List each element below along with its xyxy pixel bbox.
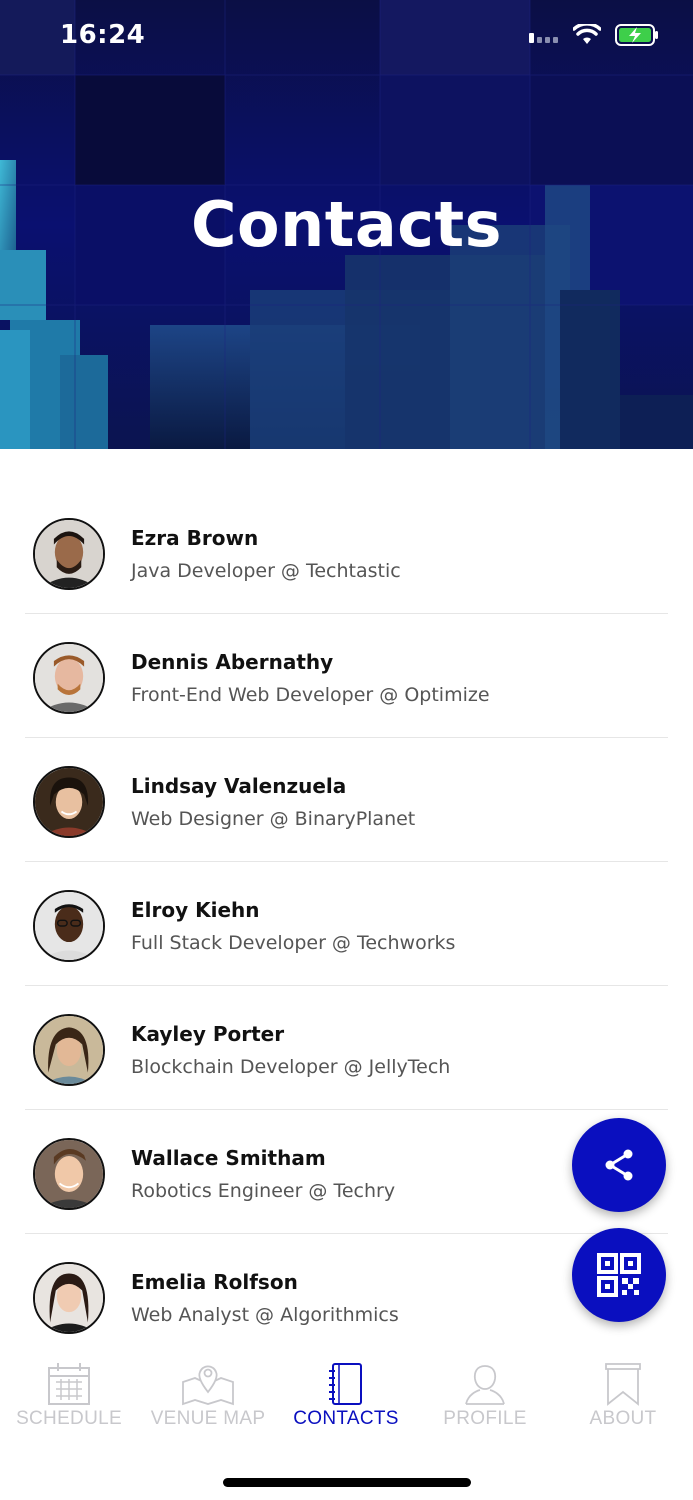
contact-name: Elroy Kiehn: [131, 898, 260, 922]
contact-name: Kayley Porter: [131, 1022, 285, 1046]
contact-role: Full Stack Developer @ Techworks: [131, 932, 456, 954]
wifi-icon: [572, 22, 602, 50]
contact-role: Web Analyst @ Algorithmics: [131, 1304, 399, 1326]
avatar: [33, 890, 105, 962]
contact-role: Java Developer @ Techtastic: [131, 560, 401, 582]
share-button[interactable]: [572, 1118, 666, 1212]
contact-row[interactable]: Elroy Kiehn Full Stack Developer @ Techw…: [25, 862, 668, 986]
page-title: Contacts: [190, 188, 502, 261]
tab-label: SCHEDULE: [16, 1408, 122, 1429]
avatar: [33, 518, 105, 590]
contact-row[interactable]: Emelia Rolfson Web Analyst @ Algorithmic…: [25, 1234, 668, 1358]
map-icon: [182, 1365, 234, 1406]
avatar: [33, 766, 105, 838]
tab-venue-map[interactable]: VENUE MAP: [139, 1362, 277, 1430]
tab-label: VENUE MAP: [150, 1408, 266, 1429]
header-banner: 16:24 Contacts: [0, 0, 693, 449]
contact-role: Robotics Engineer @ Techry: [131, 1180, 396, 1202]
contact-row[interactable]: Lindsay Valenzuela Web Designer @ Binary…: [25, 738, 668, 862]
status-bar: 16:24: [0, 0, 693, 76]
avatar: [33, 642, 105, 714]
qr-code-icon: [597, 1253, 641, 1297]
tab-schedule[interactable]: SCHEDULE: [0, 1362, 138, 1430]
tab-about[interactable]: ABOUT: [554, 1362, 692, 1430]
status-time: 16:24: [60, 20, 146, 50]
contact-role: Front-End Web Developer @ Optimize: [131, 684, 490, 706]
contact-role: Blockchain Developer @ JellyTech: [131, 1056, 451, 1078]
calendar-icon: [48, 1363, 90, 1405]
contact-name: Ezra Brown: [131, 526, 259, 550]
status-icons: [529, 22, 659, 50]
contact-name: Emelia Rolfson: [131, 1270, 298, 1294]
contact-name: Wallace Smitham: [131, 1146, 326, 1170]
avatar: [33, 1138, 105, 1210]
contact-role: Web Designer @ BinaryPlanet: [131, 808, 416, 830]
notebook-icon: [329, 1363, 362, 1405]
person-icon: [465, 1365, 505, 1405]
tab-label: PROFILE: [443, 1408, 527, 1429]
contact-name: Dennis Abernathy: [131, 650, 334, 674]
contact-row[interactable]: Ezra Brown Java Developer @ Techtastic: [25, 490, 668, 614]
bookmark-icon: [605, 1363, 641, 1406]
tab-contacts[interactable]: CONTACTS: [277, 1362, 415, 1430]
qr-code-button[interactable]: [572, 1228, 666, 1322]
battery-charging-icon: [615, 24, 659, 50]
tab-label: CONTACTS: [293, 1408, 399, 1429]
contact-row[interactable]: Dennis Abernathy Front-End Web Developer…: [25, 614, 668, 738]
avatar: [33, 1014, 105, 1086]
contact-row[interactable]: Kayley Porter Blockchain Developer @ Jel…: [25, 986, 668, 1110]
contact-list: Ezra Brown Java Developer @ Techtastic D…: [25, 490, 668, 1358]
share-icon: [605, 1149, 633, 1181]
signal-icon: [529, 28, 559, 47]
contact-name: Lindsay Valenzuela: [131, 774, 347, 798]
home-indicator[interactable]: [223, 1478, 471, 1487]
tab-label: ABOUT: [589, 1408, 657, 1429]
tab-profile[interactable]: PROFILE: [416, 1362, 554, 1430]
avatar: [33, 1262, 105, 1334]
